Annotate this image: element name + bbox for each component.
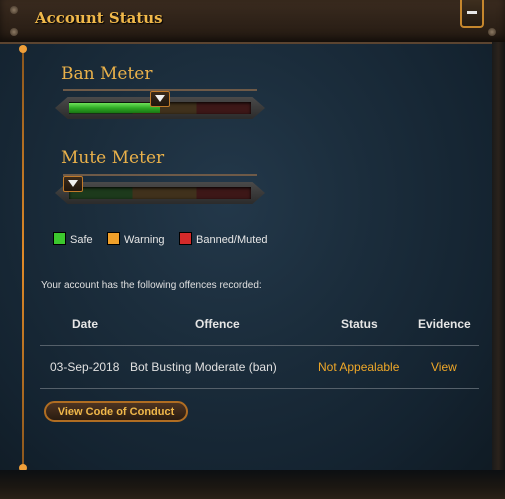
evidence-view-link[interactable]: View [431,360,457,374]
legend-item-warning: Warning [107,232,165,246]
collapse-button[interactable] [460,0,484,28]
offence-name: Bot Busting Moderate (ban) [130,360,277,374]
caret-down-icon [68,180,78,187]
column-header-date: Date [72,317,99,331]
table-divider [40,388,479,389]
caret-down-icon [155,95,165,102]
panel-title: Account Status [35,9,163,27]
column-header-status: Status [341,317,378,331]
column-header-evidence: Evidence [418,317,471,331]
mute-meter [55,174,265,210]
view-code-of-conduct-button[interactable]: View Code of Conduct [44,401,188,422]
column-header-offence: Offence [195,317,240,331]
ban-meter [55,89,265,125]
offence-status: Not Appealable [318,360,400,374]
legend-item-safe: Safe [53,232,93,246]
safe-swatch-icon [53,232,66,245]
minus-icon [467,11,477,14]
panel-header: Account Status [0,0,505,44]
banned-swatch-icon [179,232,192,245]
warning-swatch-icon [107,232,120,245]
ban-meter-label: Ban Meter [61,64,153,84]
offence-date: 03-Sep-2018 [50,360,120,374]
mute-meter-label: Mute Meter [61,148,165,168]
account-status-panel: Account Status Ban Meter Mute Meter Safe… [0,0,505,499]
offences-intro: Your account has the following offences … [41,280,262,291]
rivet-icon [488,28,496,36]
legend-item-banned: Banned/Muted [179,232,268,246]
ban-meter-marker [150,91,170,107]
mute-meter-marker [63,176,83,192]
ban-meter-fill [69,103,160,113]
decorative-divider [22,48,24,470]
rivet-icon [10,6,18,14]
panel-bottom-edge [0,470,505,499]
divider-cap-icon [19,45,27,53]
meter-track [69,187,251,199]
panel-right-border [492,42,505,499]
rivet-icon [10,28,18,36]
table-divider [40,345,479,346]
